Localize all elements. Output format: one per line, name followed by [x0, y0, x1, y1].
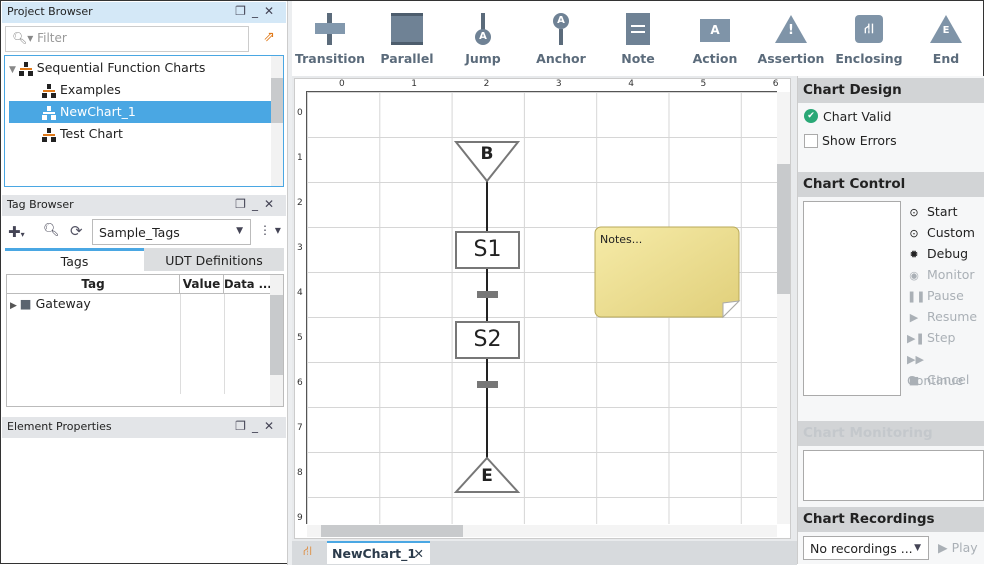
- step-s2-label: S2: [473, 327, 502, 352]
- chart-monitoring-area: [803, 450, 984, 501]
- debug-icon: ✹: [909, 248, 919, 261]
- resume-icon: ▶: [909, 311, 919, 324]
- step-s1-label: S1: [473, 237, 502, 262]
- step-icon: ▶❚: [907, 332, 925, 345]
- pause-icon: ❚❚: [907, 290, 926, 303]
- transition-2[interactable]: [477, 381, 498, 388]
- chevron-down-icon: ▼: [914, 543, 921, 553]
- chart-valid-status: Chart Valid: [823, 109, 892, 124]
- custom-icon: ⊙: [909, 227, 919, 240]
- horizontal-scrollbar[interactable]: [307, 525, 777, 537]
- continue-button[interactable]: ▶▶Continue: [907, 348, 983, 388]
- resume-button[interactable]: ▶ Resume: [907, 306, 977, 327]
- check-circle-icon: ✔: [804, 109, 818, 123]
- chart-control-header: Chart Control: [798, 172, 984, 197]
- chart-instance-list[interactable]: [803, 201, 901, 396]
- cancel-icon: ■: [908, 374, 920, 387]
- recordings-select[interactable]: No recordings ... ▼: [803, 536, 929, 560]
- sfc-icon: ⛙: [303, 544, 313, 559]
- chart-recordings-header: Chart Recordings: [798, 507, 984, 532]
- custom-button[interactable]: ⊙ Custom: [907, 222, 975, 243]
- show-errors-label: Show Errors: [822, 133, 897, 148]
- close-tab-icon[interactable]: ✕: [414, 546, 424, 561]
- tab-newchart[interactable]: NewChart_1 ✕: [327, 541, 430, 564]
- transition-1[interactable]: [477, 291, 498, 298]
- monitor-button[interactable]: ◉ Monitor: [907, 264, 974, 285]
- show-errors-checkbox[interactable]: [804, 134, 818, 148]
- play-button[interactable]: ▶ Play: [938, 540, 978, 555]
- start-icon: ⊙: [909, 206, 919, 219]
- step-button[interactable]: ▶❚ Step: [907, 327, 955, 348]
- vertical-scrollbar[interactable]: [777, 92, 790, 524]
- chart-monitoring-header: Chart Monitoring: [798, 421, 984, 446]
- begin-label: B: [480, 144, 494, 164]
- continue-icon: ▶▶: [907, 353, 924, 366]
- monitor-icon: ◉: [909, 269, 919, 282]
- debug-button[interactable]: ✹ Debug: [907, 243, 968, 264]
- start-button[interactable]: ⊙ Start: [907, 201, 957, 222]
- cancel-button[interactable]: ■ Cancel: [907, 369, 970, 390]
- note-text: Notes...: [600, 233, 643, 246]
- end-label: E: [481, 466, 493, 486]
- chart-design-header: Chart Design: [798, 78, 984, 103]
- pause-button[interactable]: ❚❚ Pause: [907, 285, 964, 306]
